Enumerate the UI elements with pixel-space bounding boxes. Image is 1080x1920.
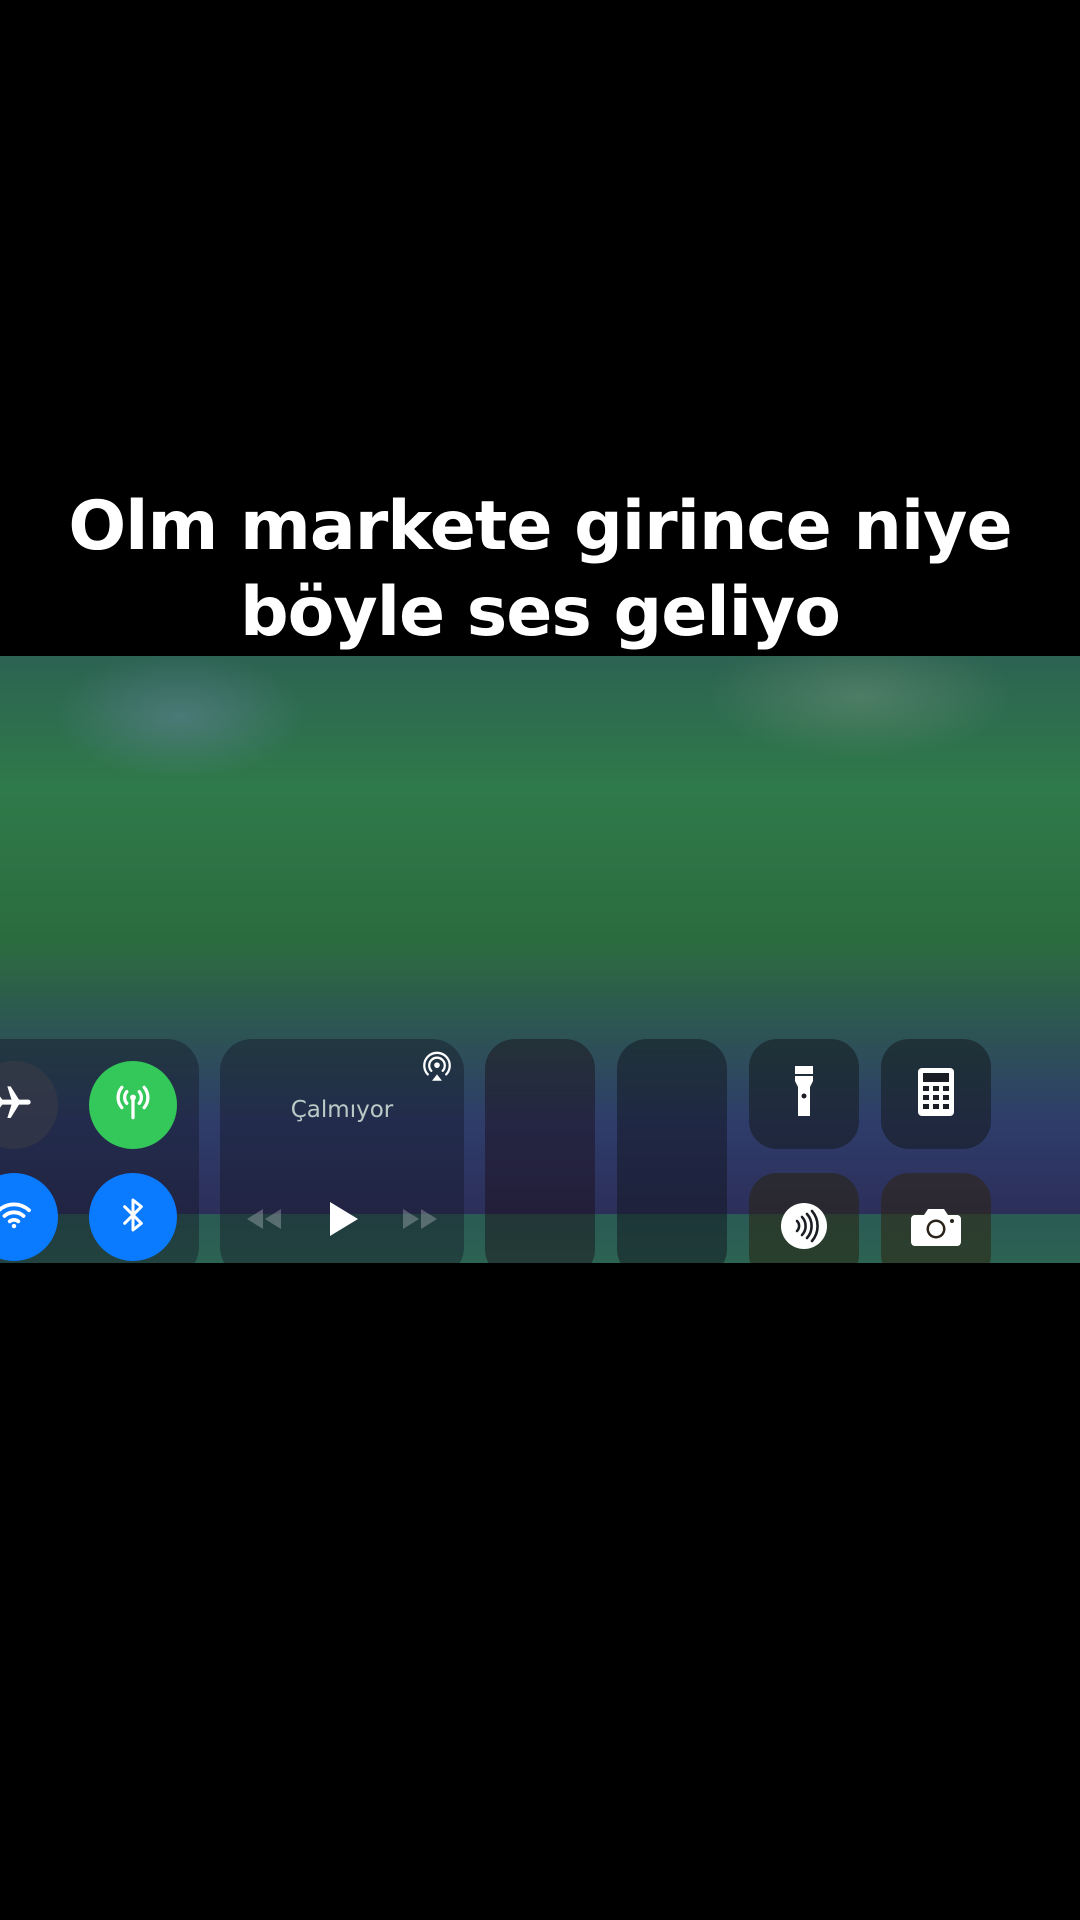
now-playing-panel[interactable]: Çalmıyor <box>220 1039 464 1263</box>
connectivity-panel <box>0 1039 199 1263</box>
bluetooth-toggle[interactable] <box>89 1173 177 1261</box>
caption-line-1: Olm markete girince niye <box>68 487 1012 566</box>
volume-slider[interactable] <box>617 1039 727 1263</box>
calculator-button[interactable] <box>881 1039 991 1149</box>
video-caption: Olm markete girince niye böyle ses geliy… <box>60 484 1020 656</box>
rewind-icon <box>245 1207 283 1235</box>
brightness-slider[interactable] <box>485 1039 595 1263</box>
airplane-icon <box>0 1083 34 1127</box>
now-playing-status: Çalmıyor <box>290 1097 394 1123</box>
camera-icon <box>911 1206 961 1250</box>
video-frame: Çalmıyor <box>0 656 1080 1263</box>
play-button[interactable] <box>318 1191 368 1251</box>
cellular-antenna-icon <box>111 1081 155 1129</box>
nfc-button[interactable] <box>749 1173 859 1263</box>
bluetooth-icon <box>113 1195 153 1239</box>
rewind-button[interactable] <box>242 1199 286 1243</box>
wifi-toggle[interactable] <box>0 1173 58 1261</box>
fast-forward-icon <box>401 1207 439 1235</box>
cellular-data-toggle[interactable] <box>89 1061 177 1149</box>
airplay-icon[interactable] <box>420 1051 454 1089</box>
nfc-icon <box>780 1202 828 1254</box>
flashlight-icon <box>792 1066 816 1122</box>
flashlight-button[interactable] <box>749 1039 859 1149</box>
wifi-icon <box>0 1196 33 1238</box>
play-icon <box>326 1200 360 1242</box>
airplane-mode-toggle[interactable] <box>0 1061 58 1149</box>
camera-button[interactable] <box>881 1173 991 1263</box>
caption-line-2: böyle ses geliyo <box>239 573 841 652</box>
fast-forward-button[interactable] <box>398 1199 442 1243</box>
calculator-icon <box>918 1068 954 1120</box>
